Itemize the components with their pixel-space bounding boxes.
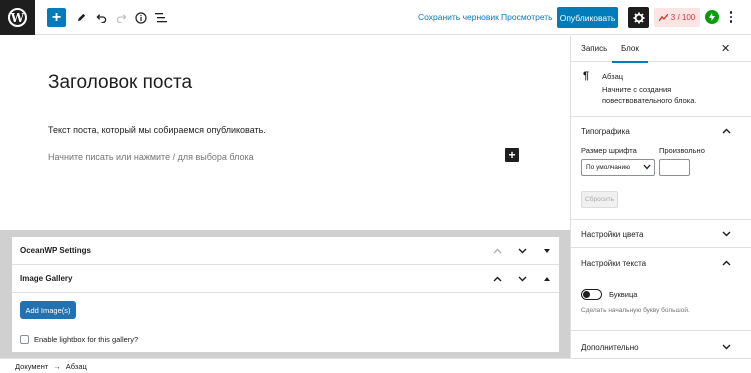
plus-icon: +: [508, 148, 516, 162]
breadcrumb-separator: →: [53, 362, 61, 371]
move-down-button[interactable]: [516, 272, 528, 286]
undo-button[interactable]: [92, 8, 110, 27]
post-title[interactable]: Заголовок поста: [48, 72, 192, 94]
lightbox-option: Enable lightbox for this gallery?: [20, 335, 138, 344]
publish-button[interactable]: Опубликовать: [557, 7, 618, 28]
add-block-button[interactable]: +: [47, 8, 66, 27]
toggle-panel-button[interactable]: [541, 272, 553, 286]
wordpress-logo-icon[interactable]: W: [0, 0, 35, 35]
text-settings-title[interactable]: Настройки текста: [581, 259, 646, 268]
paragraph-icon: ¶: [583, 70, 590, 82]
font-size-select[interactable]: По умолчанию: [581, 159, 655, 176]
chevron-down-icon: [518, 276, 526, 282]
settings-sidebar: Запись Блок ✕ ¶ Абзац Начните с создания…: [570, 36, 751, 358]
metabox-area: OceanWP Settings Image Gallery Add Image…: [0, 230, 570, 358]
tab-post[interactable]: Запись: [581, 44, 607, 53]
toggle-panel-button[interactable]: [541, 244, 553, 258]
more-vertical-icon[interactable]: [726, 9, 736, 25]
custom-size-label: Произвольно: [659, 146, 705, 155]
seo-score-text: 3 / 100: [670, 13, 696, 22]
editor-footer: Документ → Абзац: [0, 358, 751, 373]
gear-icon: [633, 12, 644, 23]
default-block-placeholder[interactable]: Начните писать или нажмите / для выбора …: [48, 152, 254, 162]
editor-canvas: Заголовок поста Текст поста, который мы …: [0, 36, 570, 230]
wordpress-logo-letter: W: [8, 8, 27, 27]
chevron-up-icon: [493, 248, 501, 254]
chevron-down-icon: [720, 228, 732, 240]
font-size-select-value: По умолчанию: [586, 164, 630, 171]
caret-up-icon: [544, 277, 550, 281]
metabox-panel: OceanWP Settings Image Gallery Add Image…: [11, 236, 560, 353]
add-images-button[interactable]: Add Image(s): [20, 301, 76, 319]
info-icon: [135, 11, 147, 24]
paragraph-block[interactable]: Текст поста, который мы собираемся опубл…: [48, 125, 266, 135]
inline-add-block-button[interactable]: +: [505, 148, 519, 162]
chevron-down-icon: [720, 341, 732, 353]
jetpack-icon[interactable]: [705, 10, 719, 24]
color-settings-title: Настройки цвета: [581, 230, 644, 239]
list-view-icon: [155, 13, 167, 23]
dropcap-label: Буквица: [609, 290, 638, 299]
chevron-up-icon[interactable]: [720, 125, 732, 137]
pencil-icon: [77, 13, 85, 22]
seo-score-button[interactable]: 3 / 100: [654, 8, 700, 27]
chevron-down-icon: [643, 164, 651, 170]
chevron-up-icon[interactable]: [720, 257, 732, 269]
breadcrumb-paragraph[interactable]: Абзац: [66, 362, 87, 371]
settings-button[interactable]: [628, 7, 649, 28]
move-down-button[interactable]: [516, 244, 528, 258]
block-card-description: Начните с создания повествовательного бл…: [602, 85, 697, 105]
typography-panel-title[interactable]: Типографика: [581, 127, 630, 136]
editor-toolbar: W + Сохранить черновик Просмотреть Опубл…: [0, 0, 751, 35]
plus-icon: +: [51, 8, 62, 26]
breadcrumb-document[interactable]: Документ: [15, 362, 48, 371]
move-up-button[interactable]: [491, 244, 503, 258]
font-size-label: Размер шрифта: [581, 146, 637, 155]
dropcap-toggle[interactable]: [581, 289, 602, 300]
redo-button[interactable]: [112, 8, 130, 27]
chevron-up-icon: [493, 276, 501, 282]
redo-icon: [116, 14, 127, 23]
tab-block[interactable]: Блок: [612, 44, 648, 63]
reset-button[interactable]: Сбросить: [581, 191, 618, 208]
sidebar-tabs: Запись Блок ✕: [571, 36, 751, 63]
move-up-button[interactable]: [491, 272, 503, 286]
block-card-title: Абзац: [602, 72, 624, 81]
metabox-title: Image Gallery: [20, 274, 73, 283]
block-card: ¶ Абзац Начните с создания повествовател…: [571, 63, 751, 117]
lightbox-label: Enable lightbox for this gallery?: [34, 335, 139, 344]
save-draft-button[interactable]: Сохранить черновик: [418, 12, 499, 22]
lightbox-checkbox[interactable]: [20, 335, 29, 344]
edit-tool-button[interactable]: [72, 8, 90, 27]
advanced-panel[interactable]: Дополнительно: [571, 331, 751, 358]
details-button[interactable]: [132, 8, 150, 27]
jetpack-bolt-icon: [709, 13, 715, 21]
dropcap-help-text: Сделать начальную букву большой.: [581, 307, 690, 314]
breadcrumb: Документ → Абзац: [15, 362, 87, 371]
caret-down-icon: [544, 249, 550, 253]
advanced-panel-title: Дополнительно: [581, 343, 639, 352]
color-settings-panel[interactable]: Настройки цвета: [571, 220, 751, 248]
preview-button[interactable]: Просмотреть: [501, 12, 553, 22]
list-view-button[interactable]: [152, 8, 170, 27]
seo-icon: [658, 13, 668, 21]
close-icon[interactable]: ✕: [721, 42, 730, 55]
chevron-down-icon: [518, 248, 526, 254]
metabox-oceanwp-header[interactable]: OceanWP Settings: [12, 237, 559, 265]
custom-size-input[interactable]: [659, 159, 690, 176]
metabox-title: OceanWP Settings: [20, 246, 91, 255]
undo-icon: [95, 14, 106, 23]
metabox-gallery-header[interactable]: Image Gallery: [12, 265, 559, 293]
